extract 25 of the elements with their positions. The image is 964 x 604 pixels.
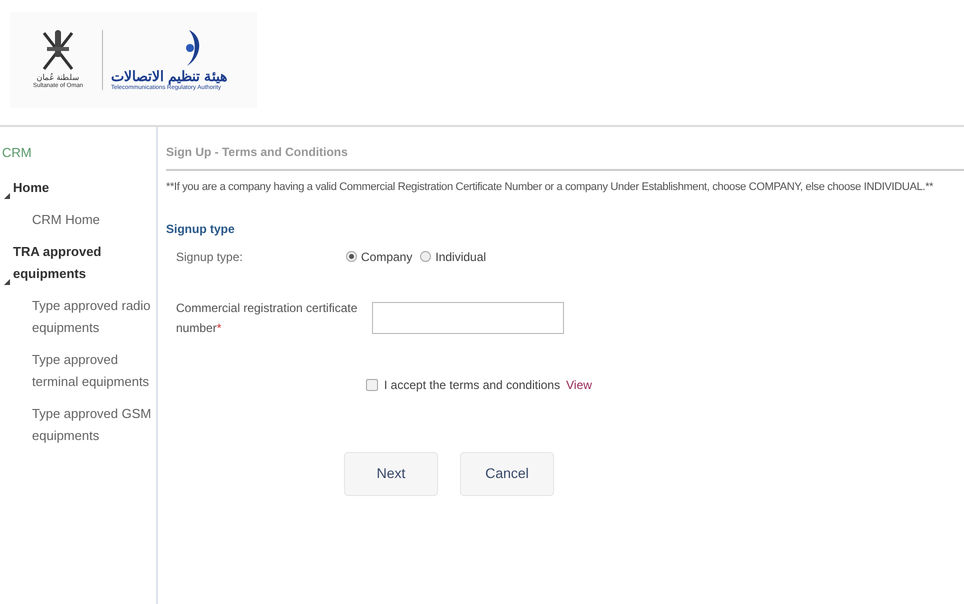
nav-item[interactable]: Type approved GSM equipments [0,402,156,446]
radio-option[interactable]: Individual [420,248,486,266]
notice-text: **If you are a company having a valid Commercial Registration Certificate Number or a company Under Establishment, choose COMPANY, else choose INDIVIDUAL.** [166,180,934,195]
radio-option[interactable]: Company [346,248,412,266]
radio-icon[interactable] [346,251,357,262]
authority-name: هيئة تنظيم الاتصالات [111,68,227,85]
nav-item[interactable]: CRM Home [0,208,156,230]
field-label: Commercial registration certificate number* [176,300,358,336]
view-link[interactable]: View [566,376,592,394]
radio-icon[interactable] [420,251,432,262]
nav-group[interactable]: TRA approved equipments [0,240,156,284]
section-title: Signup type [166,220,236,238]
nav-item[interactable]: Type approved terminal equipments [0,348,156,392]
input-field[interactable] [372,302,564,334]
expand-arrow-icon [4,278,10,284]
field-label: Signup type: [176,248,244,266]
expand-arrow-icon [4,192,10,198]
checkbox[interactable] [366,378,378,390]
checkbox-label: I accept the terms and conditions [384,376,560,394]
page-title: Sign Up - Terms and Conditions [166,143,964,171]
nav-item[interactable]: Type approved radio equipments [0,294,156,338]
emblem-caption: سلطنة عُمان [36,73,80,83]
form-button[interactable]: Next [344,452,438,496]
nav-group[interactable]: Home [0,176,156,198]
form-button[interactable]: Cancel [460,452,554,496]
